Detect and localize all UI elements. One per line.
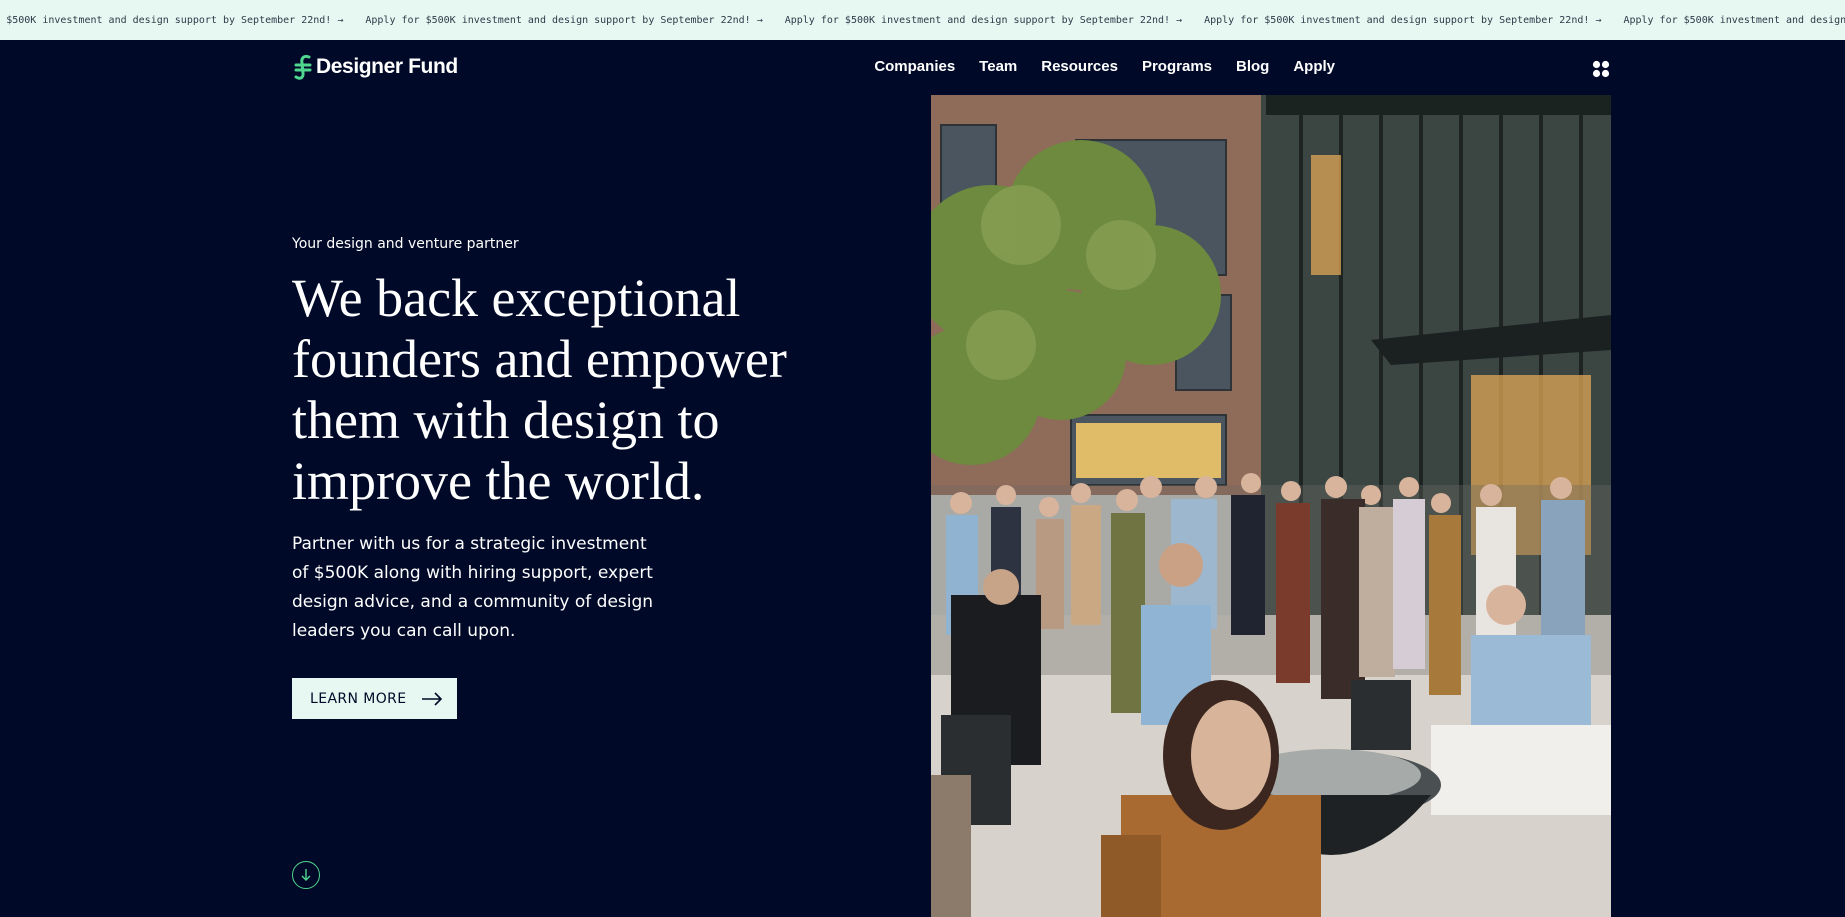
nav-link-team[interactable]: Team (979, 58, 1017, 75)
main-navigation: Designer Fund Companies Team Resources P… (0, 40, 1845, 95)
hero-headline: We back exceptional founders and empower… (292, 268, 787, 511)
learn-more-label: LEARN MORE (310, 690, 407, 707)
nav-link-programs[interactable]: Programs (1142, 58, 1212, 75)
hero-eyebrow: Your design and venture partner (292, 236, 519, 252)
banner-message[interactable]: Apply for $500K investment and design su… (1623, 15, 1845, 26)
nav-link-companies[interactable]: Companies (874, 58, 955, 75)
learn-more-button[interactable]: LEARN MORE (292, 678, 457, 719)
banner-message[interactable]: Apply for $500K investment and design su… (0, 15, 365, 26)
logo-link[interactable]: Designer Fund (292, 54, 458, 80)
banner-message[interactable]: Apply for $500K investment and design su… (365, 15, 784, 26)
logo-text: Designer Fund (316, 55, 458, 78)
arrow-right-icon (421, 691, 442, 706)
hero-subtext: Partner with us for a strategic investme… (292, 534, 654, 641)
menu-button[interactable] (1592, 60, 1610, 78)
nav-link-blog[interactable]: Blog (1236, 58, 1269, 75)
hero-photo (931, 95, 1611, 917)
arrow-down-icon (301, 869, 311, 881)
scroll-down-button[interactable] (292, 861, 320, 889)
nav-link-resources[interactable]: Resources (1041, 58, 1118, 75)
banner-track: Apply for $500K investment and design su… (0, 15, 1845, 26)
banner-message[interactable]: Apply for $500K investment and design su… (1204, 15, 1623, 26)
banner-message[interactable]: Apply for $500K investment and design su… (785, 15, 1204, 26)
nav-links: Companies Team Resources Programs Blog A… (874, 58, 1335, 75)
designer-fund-logo-icon (294, 54, 312, 80)
event-crowd-photo (931, 95, 1611, 917)
nav-link-apply[interactable]: Apply (1293, 58, 1335, 75)
announcement-banner[interactable]: Apply for $500K investment and design su… (0, 0, 1845, 40)
grid-dots-icon (1592, 60, 1610, 78)
